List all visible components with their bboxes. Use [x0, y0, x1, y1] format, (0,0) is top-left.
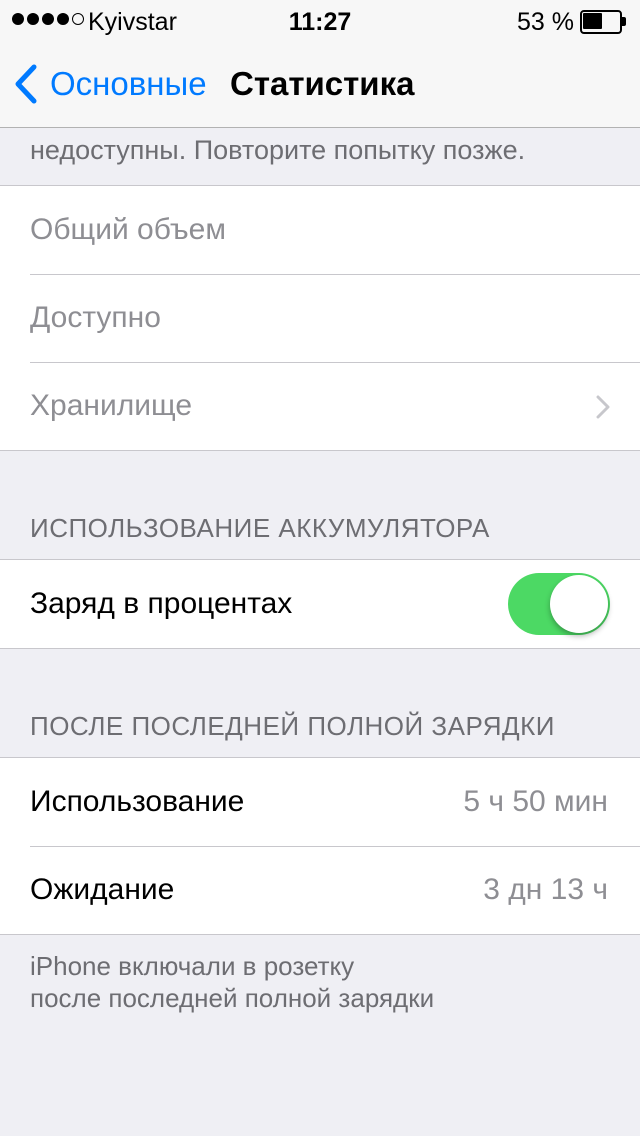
battery-icon	[580, 10, 626, 34]
page-title: Статистика	[230, 65, 415, 102]
battery-group: Заряд в процентах	[0, 559, 640, 649]
since-charge-group: Использование 5 ч 50 мин Ожидание 3 дн 1…	[0, 757, 640, 935]
list-item-usage: Использование 5 ч 50 мин	[0, 758, 640, 846]
usage-value: 5 ч 50 мин	[463, 785, 608, 818]
list-item-battery-percent: Заряд в процентах	[0, 560, 640, 648]
list-item-total: Общий объем	[0, 186, 640, 274]
back-button-label: Основные	[50, 65, 207, 102]
battery-section-header: ИСПОЛЬЗОВАНИЕ АККУМУЛЯТОРА	[30, 513, 490, 543]
standby-label: Ожидание	[30, 873, 175, 906]
footer-line-1: iPhone включали в розетку	[30, 951, 355, 981]
chevron-left-icon	[15, 64, 37, 104]
total-label: Общий объем	[30, 213, 226, 246]
back-button[interactable]: Основные	[14, 62, 207, 106]
storage-group: Общий объем Доступно Хранилище	[0, 185, 640, 451]
list-item-standby: Ожидание 3 дн 13 ч	[0, 846, 640, 934]
list-item-available: Доступно	[0, 274, 640, 362]
chevron-right-icon	[596, 395, 610, 419]
available-label: Доступно	[30, 301, 161, 334]
note-text: недоступны. Повторите попытку позже.	[30, 135, 526, 165]
toggle-knob	[550, 575, 608, 633]
footer-line-2: после последней полной зарядки	[30, 983, 435, 1013]
standby-value: 3 дн 13 ч	[483, 873, 608, 906]
battery-percent-toggle[interactable]	[508, 573, 610, 635]
storage-unavailable-note: недоступны. Повторите попытку позже.	[30, 128, 630, 186]
storage-label: Хранилище	[30, 389, 192, 422]
footer-note: iPhone включали в розетку после последне…	[30, 950, 434, 1014]
usage-label: Использование	[30, 785, 245, 818]
navigation-bar: Основные Статистика	[0, 40, 640, 128]
battery-percent-label: Заряд в процентах	[30, 587, 293, 620]
status-bar: Kyivstar 11:27 53 %	[0, 0, 640, 40]
battery-percent: 53 %	[517, 8, 574, 36]
since-charge-section-header: ПОСЛЕ ПОСЛЕДНЕЙ ПОЛНОЙ ЗАРЯДКИ	[30, 711, 555, 741]
list-item-storage[interactable]: Хранилище	[0, 362, 640, 450]
